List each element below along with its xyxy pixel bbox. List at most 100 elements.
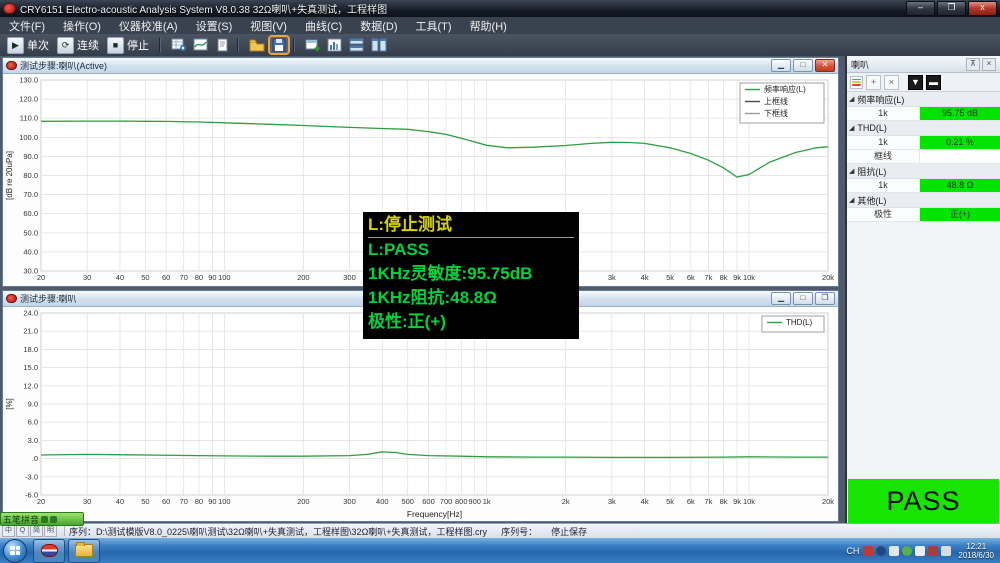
remove-item-icon[interactable]: × (884, 75, 899, 90)
y-axis-title: [dB re 20uPa] (5, 151, 14, 200)
y-axis-tick-label: 50.0 (23, 228, 38, 237)
chart-minimize-button[interactable]: ▁ (771, 292, 791, 305)
usb-tray-icon[interactable] (889, 546, 899, 556)
menu-item-7[interactable]: 工具(T) (407, 17, 461, 35)
start-button[interactable] (3, 539, 27, 563)
x-axis-tick-label: 300 (343, 497, 356, 506)
ime-status-icons: 中 Q 简 明 (0, 525, 60, 537)
tree-row-value: 48.8 Ω (920, 179, 1000, 192)
y-axis-tick-label: 110.0 (20, 114, 38, 123)
add-item-icon[interactable]: + (866, 75, 881, 90)
chart-minimize-button[interactable]: ▁ (771, 59, 791, 72)
ime-mode-icon[interactable]: 中 (2, 525, 15, 537)
ime-toolbar[interactable]: 五笔拼音 (0, 512, 84, 526)
tree-expand-icon: ◢ (849, 95, 854, 103)
x-axis-tick-label: 2k (562, 497, 570, 506)
tree-row-1-0[interactable]: 1k0.21 % (847, 136, 1000, 150)
x-axis-tick-label: 4k (641, 497, 649, 506)
y-axis-tick-label: .0 (32, 454, 38, 463)
x-axis-tick-label: 6k (687, 497, 695, 506)
tree-row-3-0[interactable]: 极性正(+) (847, 208, 1000, 222)
chart-maximize-button[interactable]: □ (793, 292, 813, 305)
language-indicator[interactable]: CH (846, 546, 859, 556)
parameter-settings-icon[interactable] (170, 37, 188, 53)
run-continuous-button[interactable]: ⟳ (57, 37, 74, 54)
y-axis-tick-label: 90.0 (23, 152, 38, 161)
menu-item-8[interactable]: 帮助(H) (461, 17, 516, 35)
tree-group-3[interactable]: ◢其他(L) (847, 193, 1000, 208)
monitor-tray-icon[interactable] (928, 546, 938, 556)
security-shield-icon[interactable] (902, 546, 912, 556)
thd-chart-canvas[interactable]: 2030405060708090100200300400500600700800… (3, 307, 836, 521)
open-file-icon[interactable] (248, 37, 266, 53)
save-file-icon[interactable] (270, 37, 288, 53)
tile-horizontal-icon[interactable] (348, 37, 366, 53)
x-axis-tick-label: 8k (720, 497, 728, 506)
tree-row-0-0[interactable]: 1k95.75 dB (847, 107, 1000, 121)
tree-row-name: 1k (847, 107, 920, 120)
chart-restore-button[interactable]: ❐ (815, 292, 835, 305)
taskbar-app-cry6151[interactable] (33, 539, 65, 563)
toolbar-separator (237, 38, 239, 52)
titlebar: CRY6151 Electro-acoustic Analysis System… (0, 0, 1000, 17)
taskbar-clock[interactable]: 12:21 2018/6/30 (958, 542, 994, 560)
run-single-button[interactable]: ▶ (7, 37, 24, 54)
menu-item-6[interactable]: 数据(D) (351, 17, 406, 35)
chart-maximize-button[interactable]: □ (793, 59, 813, 72)
menu-item-3[interactable]: 设置(S) (187, 17, 242, 35)
y-axis-tick-label: 15.0 (23, 363, 38, 372)
volume-icon[interactable] (915, 546, 925, 556)
action-center-flag-icon[interactable] (941, 546, 951, 556)
x-axis-title: Frequency[Hz] (407, 509, 462, 519)
ime-menu-icon[interactable] (41, 516, 48, 523)
x-axis-tick-label: 100 (218, 273, 231, 282)
x-axis-tick-label: 10k (743, 497, 755, 506)
menu-item-2[interactable]: 仪器校准(A) (110, 17, 187, 35)
ime-keyboard-icon[interactable] (50, 516, 57, 523)
ime-tray-icon[interactable] (863, 546, 873, 556)
tree-row-2-0[interactable]: 1k48.8 Ω (847, 179, 1000, 193)
window-minimize-button[interactable]: – (906, 1, 935, 16)
readout-line-3: 1KHz阻抗:48.8Ω (368, 286, 574, 310)
tile-vertical-icon[interactable] (370, 37, 388, 53)
taskbar: CH 12:21 2018/6/30 (0, 538, 1000, 563)
tree-group-0[interactable]: ◢频率响应(L) (847, 92, 1000, 107)
x-axis-tick-label: 70 (180, 273, 188, 282)
chart-close-button[interactable]: ✕ (815, 59, 835, 72)
report-icon[interactable] (214, 37, 232, 53)
window-maximize-button[interactable]: ❐ (937, 1, 966, 16)
window-close-button[interactable]: x (968, 1, 997, 16)
chart-window-header[interactable]: 测试步骤:喇叭(Active) ▁ □ ✕ (3, 58, 838, 74)
network-tray-icon[interactable] (876, 546, 886, 556)
tree-expand-icon: ◢ (849, 124, 854, 132)
simplified-chinese-icon[interactable]: 简 (30, 525, 43, 537)
new-window-icon[interactable] (304, 37, 322, 53)
menu-item-4[interactable]: 视图(V) (241, 17, 296, 35)
x-axis-tick-label: 50 (141, 497, 149, 506)
panel-close-icon[interactable]: × (982, 58, 996, 71)
curve-editor-icon[interactable] (192, 37, 210, 53)
expand-toggle-icon[interactable]: ▬ (926, 75, 941, 90)
x-axis-tick-label: 1k (483, 497, 491, 506)
main-toolbar: ▶ 单次 ⟳ 连续 ■ 停止 (0, 34, 1000, 56)
measurement-readout-overlay: L:停止测试L:PASS1KHz灵敏度:95.75dB1KHz阻抗:48.8Ω极… (363, 212, 579, 339)
menu-item-5[interactable]: 曲线(C) (296, 17, 351, 35)
x-axis-tick-label: 100 (218, 497, 231, 506)
new-chart-icon[interactable] (326, 37, 344, 53)
x-axis-tick-label: 20k (822, 273, 834, 282)
x-axis-tick-label: 40 (116, 497, 124, 506)
collapse-all-icon[interactable]: ▼ (908, 75, 923, 90)
y-axis-tick-label: 30.0 (23, 267, 38, 276)
magnifier-icon[interactable]: Q (16, 525, 29, 537)
tree-row-1-1[interactable]: 框线 (847, 150, 1000, 164)
menu-item-0[interactable]: 文件(F) (0, 17, 54, 35)
menu-item-1[interactable]: 操作(O) (54, 17, 110, 35)
tree-group-2[interactable]: ◢阻抗(L) (847, 164, 1000, 179)
softkeyboard-icon[interactable]: 明 (44, 525, 57, 537)
tree-group-1[interactable]: ◢THD(L) (847, 121, 1000, 136)
readout-line-1: L:PASS (368, 238, 574, 262)
taskbar-app-explorer[interactable] (68, 539, 100, 563)
layers-icon[interactable] (850, 76, 863, 89)
pin-icon[interactable]: ⊼ (966, 58, 980, 71)
stop-button[interactable]: ■ (107, 37, 124, 54)
